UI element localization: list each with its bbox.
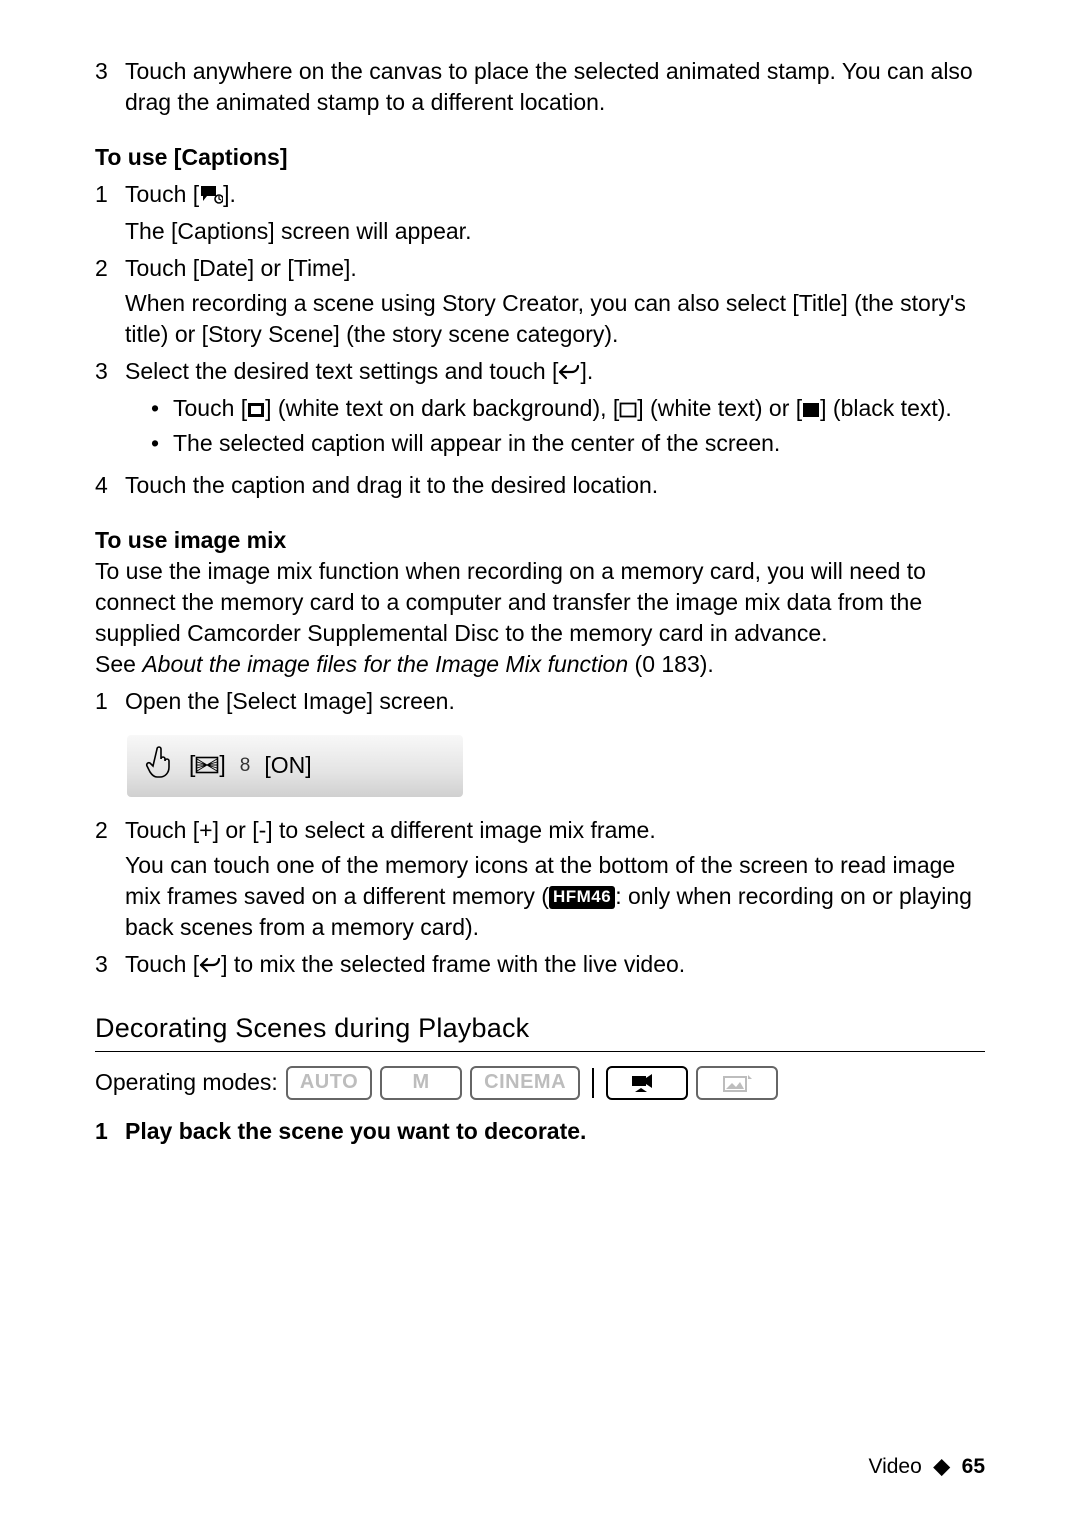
mode-movie-playback-icon	[606, 1066, 688, 1100]
touch-sequence-bar: [] 8 [ON]	[127, 735, 463, 797]
footer-separator: ◆	[934, 1455, 950, 1478]
manual-page: 3 Touch anywhere on the canvas to place …	[0, 0, 1080, 1521]
step-number: 3	[95, 356, 125, 463]
step-sub: You can touch one of the memory icons at…	[125, 850, 985, 943]
step-body: Touch [ ] to mix the selected frame with …	[125, 949, 985, 982]
heading-playback: Decorating Scenes during Playback	[95, 1010, 985, 1051]
page-footer: Video ◆ 65	[868, 1453, 985, 1481]
list-item: 3 Touch [ ] to mix the selected frame wit…	[95, 949, 985, 982]
page-number: 65	[962, 1455, 985, 1478]
step-line: Touch [+] or [-] to select a different i…	[125, 817, 656, 843]
sequence-separator: 8	[240, 753, 251, 779]
step-number: 1	[95, 1116, 125, 1147]
white-text-icon	[619, 395, 637, 426]
bracket: ]	[219, 751, 225, 777]
reference-title: About the image files for the Image Mix …	[142, 651, 628, 677]
speech-bubble-icon	[199, 181, 223, 212]
step-line: Touch [Date] or [Time].	[125, 255, 357, 281]
text: ] to mix the selected frame with the liv…	[221, 951, 685, 977]
list-item: 1 Open the [Select Image] screen.	[95, 686, 985, 717]
mode-auto: AUTO	[286, 1066, 372, 1100]
black-text-icon	[802, 395, 820, 426]
text: Touch [	[173, 395, 247, 421]
mode-cinema: CINEMA	[470, 1066, 580, 1100]
return-icon	[558, 358, 580, 389]
text: [ON]	[264, 750, 311, 781]
mode-divider	[592, 1068, 594, 1098]
text: Touch [	[125, 951, 199, 977]
text: ].	[580, 358, 593, 384]
stamp-step-list: 3 Touch anywhere on the canvas to place …	[95, 56, 985, 118]
image-mix-frame-icon	[195, 751, 219, 782]
step-body: Select the desired text settings and tou…	[125, 356, 985, 463]
step-sub: When recording a scene using Story Creat…	[125, 288, 985, 350]
text: Touch [	[125, 181, 199, 207]
modes-label: Operating modes:	[95, 1067, 278, 1098]
text: ] (black text).	[820, 395, 952, 421]
text: (0 183).	[628, 651, 714, 677]
footer-section: Video	[868, 1455, 921, 1478]
heading-captions: To use [Captions]	[95, 142, 985, 173]
text: ] (white text on dark background), [	[265, 395, 619, 421]
list-item: 4 Touch the caption and drag it to the d…	[95, 470, 985, 501]
paragraph: To use the image mix function when recor…	[95, 556, 985, 649]
playback-steps: 1 Play back the scene you want to decora…	[95, 1116, 985, 1147]
step-number: 1	[95, 179, 125, 247]
step-number: 2	[95, 253, 125, 350]
touch-hand-icon	[145, 745, 175, 787]
list-item: 2 Touch [Date] or [Time]. When recording…	[95, 253, 985, 350]
step-line: Open the [Select Image] screen.	[125, 686, 985, 717]
mode-photo-playback-icon	[696, 1066, 778, 1100]
text: []	[189, 749, 226, 782]
model-tag: HFM46	[549, 886, 615, 909]
heading-image-mix: To use image mix	[95, 525, 985, 556]
return-icon	[199, 951, 221, 982]
step-sub: The [Captions] screen will appear.	[125, 216, 985, 247]
imagemix-steps-2: 2 Touch [+] or [-] to select a different…	[95, 815, 985, 982]
step-line: Play back the scene you want to decorate…	[125, 1116, 985, 1147]
step-body: Touch [+] or [-] to select a different i…	[125, 815, 985, 943]
imagemix-steps: 1 Open the [Select Image] screen.	[95, 686, 985, 717]
bullet-item: Touch [ ] (white text on dark background)…	[151, 393, 985, 426]
operating-modes-row: Operating modes: AUTO M CINEMA	[95, 1066, 985, 1100]
text: ].	[223, 181, 236, 207]
list-item: 1 Play back the scene you want to decora…	[95, 1116, 985, 1147]
bullet-item: The selected caption will appear in the …	[151, 428, 985, 459]
bullet-list: Touch [ ] (white text on dark background)…	[151, 393, 985, 459]
list-item: 2 Touch [+] or [-] to select a different…	[95, 815, 985, 943]
list-item: 3 Select the desired text settings and t…	[95, 356, 985, 463]
text: See	[95, 651, 142, 677]
step-number: 3	[95, 56, 125, 118]
step-text: Touch anywhere on the canvas to place th…	[125, 56, 985, 118]
step-body: Touch [Date] or [Time]. When recording a…	[125, 253, 985, 350]
text: ] (white text) or [	[637, 395, 802, 421]
step-line: Touch the caption and drag it to the des…	[125, 470, 985, 501]
step-number: 4	[95, 470, 125, 501]
list-item: 3 Touch anywhere on the canvas to place …	[95, 56, 985, 118]
step-number: 2	[95, 815, 125, 943]
text: Select the desired text settings and tou…	[125, 358, 558, 384]
white-on-dark-icon	[247, 395, 265, 426]
captions-steps: 1 Touch []. The [Captions] screen will a…	[95, 179, 985, 500]
mode-m: M	[380, 1066, 462, 1100]
step-body: Touch []. The [Captions] screen will app…	[125, 179, 985, 247]
step-number: 1	[95, 686, 125, 717]
see-line: See About the image files for the Image …	[95, 649, 985, 680]
list-item: 1 Touch []. The [Captions] screen will a…	[95, 179, 985, 247]
step-number: 3	[95, 949, 125, 982]
